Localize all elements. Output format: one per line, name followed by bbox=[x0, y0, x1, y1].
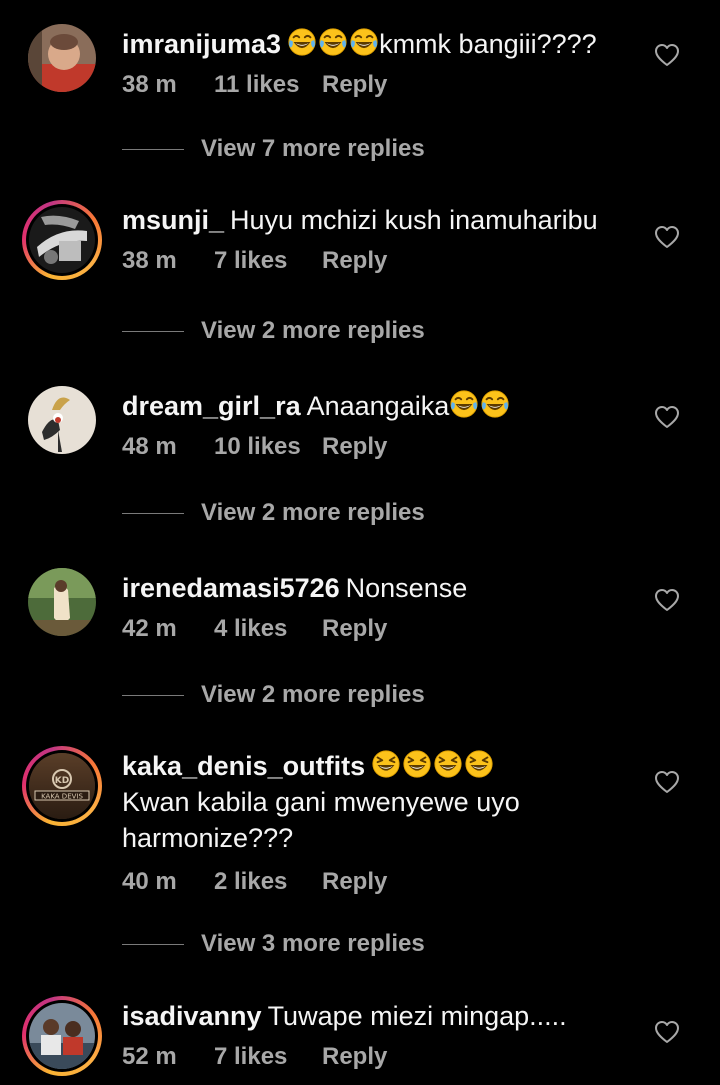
comment-timestamp: 48 m bbox=[122, 433, 177, 460]
avatar-logo-text: KAKA DEVIS bbox=[41, 793, 83, 801]
view-more-replies-label[interactable]: View 3 more replies bbox=[201, 930, 425, 958]
emoji-group bbox=[371, 749, 494, 779]
heart-outline-icon[interactable] bbox=[654, 225, 680, 249]
divider bbox=[122, 943, 184, 945]
view-more-replies[interactable]: View 7 more replies bbox=[122, 134, 425, 164]
tears-of-joy-emoji bbox=[318, 27, 348, 57]
comment-username[interactable]: irenedamasi5726 bbox=[122, 573, 340, 603]
heart-outline-icon[interactable] bbox=[654, 1020, 680, 1044]
view-more-replies-label[interactable]: View 2 more replies bbox=[201, 499, 425, 527]
comment-text: kmmk bangiii???? bbox=[379, 29, 597, 59]
comment-timestamp: 40 m bbox=[122, 868, 177, 895]
avatar[interactable] bbox=[28, 386, 96, 454]
view-more-replies[interactable]: View 2 more replies bbox=[122, 498, 425, 528]
emoji-group bbox=[287, 27, 379, 57]
reply-button[interactable]: Reply bbox=[322, 614, 387, 644]
reply-button[interactable]: Reply bbox=[322, 432, 387, 462]
view-more-replies[interactable]: View 2 more replies bbox=[122, 316, 425, 346]
comment-username[interactable]: imranijuma3 bbox=[122, 29, 281, 59]
reply-button[interactable]: Reply bbox=[322, 246, 387, 276]
reply-button[interactable]: Reply bbox=[322, 70, 387, 100]
tears-of-joy-emoji bbox=[480, 389, 510, 419]
divider bbox=[122, 694, 184, 696]
comment-likes[interactable]: 2 likes bbox=[214, 867, 322, 897]
tears-of-joy-emoji bbox=[349, 27, 379, 57]
reply-button[interactable]: Reply bbox=[322, 1042, 387, 1072]
heart-outline-icon[interactable] bbox=[654, 588, 680, 612]
heart-outline-icon[interactable] bbox=[654, 770, 680, 794]
view-more-replies-label[interactable]: View 7 more replies bbox=[201, 135, 425, 163]
comment-username[interactable]: dream_girl_ra bbox=[122, 391, 301, 421]
svg-text:KD: KD bbox=[55, 776, 69, 786]
comment-likes[interactable]: 10 likes bbox=[214, 432, 322, 462]
comment-text: Tuwape miezi mingap..... bbox=[267, 1001, 567, 1031]
avatar[interactable] bbox=[22, 200, 102, 280]
story-ring: KD KAKA DEVIS bbox=[26, 750, 98, 822]
view-more-replies[interactable]: View 3 more replies bbox=[122, 929, 425, 959]
comment-likes[interactable]: 7 likes bbox=[214, 246, 322, 276]
comment-timestamp: 38 m bbox=[122, 71, 177, 98]
reply-button[interactable]: Reply bbox=[322, 867, 387, 897]
grinning-squinting-emoji bbox=[402, 749, 432, 779]
emoji-group bbox=[449, 389, 510, 419]
story-ring bbox=[26, 204, 98, 276]
comment-username[interactable]: msunji_ bbox=[122, 205, 224, 235]
avatar[interactable] bbox=[22, 996, 102, 1076]
avatar[interactable] bbox=[28, 568, 96, 636]
comment-text: Nonsense bbox=[345, 573, 468, 603]
comment-timestamp: 42 m bbox=[122, 615, 177, 642]
comment-text: Kwan kabila gani mwenyewe uyo harmonize?… bbox=[122, 787, 520, 853]
divider bbox=[122, 330, 184, 332]
view-more-replies[interactable]: View 2 more replies bbox=[122, 680, 425, 710]
comment-text: Huyu mchizi kush inamuharibu bbox=[230, 205, 598, 235]
comment-username[interactable]: kaka_denis_outfits bbox=[122, 751, 365, 781]
avatar[interactable]: KD KAKA DEVIS bbox=[22, 746, 102, 826]
divider bbox=[122, 512, 184, 514]
comment-likes[interactable]: 7 likes bbox=[214, 1042, 322, 1072]
comment-likes[interactable]: 11 likes bbox=[214, 70, 322, 100]
tears-of-joy-emoji bbox=[449, 389, 479, 419]
comment-text: Anaangaika bbox=[306, 391, 450, 421]
story-ring bbox=[26, 1000, 98, 1072]
comment-timestamp: 52 m bbox=[122, 1043, 177, 1070]
comment-likes[interactable]: 4 likes bbox=[214, 614, 322, 644]
comment-timestamp: 38 m bbox=[122, 247, 177, 274]
grinning-squinting-emoji bbox=[433, 749, 463, 779]
divider bbox=[122, 148, 184, 150]
grinning-squinting-emoji bbox=[464, 749, 494, 779]
view-more-replies-label[interactable]: View 2 more replies bbox=[201, 681, 425, 709]
view-more-replies-label[interactable]: View 2 more replies bbox=[201, 317, 425, 345]
avatar[interactable] bbox=[28, 24, 96, 92]
grinning-squinting-emoji bbox=[371, 749, 401, 779]
tears-of-joy-emoji bbox=[287, 27, 317, 57]
heart-outline-icon[interactable] bbox=[654, 405, 680, 429]
heart-outline-icon[interactable] bbox=[654, 43, 680, 67]
comment-username[interactable]: isadivanny bbox=[122, 1001, 262, 1031]
